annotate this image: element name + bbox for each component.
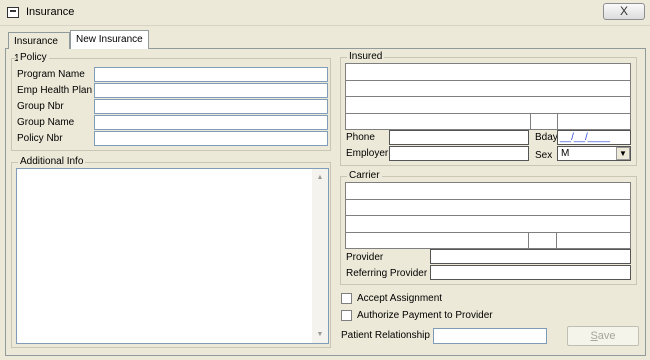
- save-button-label-rest: ave: [597, 330, 616, 342]
- title-bar: [0, 0, 650, 26]
- authorize-payment-label: Authorize Payment to Provider: [357, 310, 493, 321]
- authorize-payment-checkbox[interactable]: [341, 310, 352, 321]
- policy-nbr-input[interactable]: [94, 131, 328, 146]
- patient-relationship-input[interactable]: [433, 328, 547, 344]
- save-button-access-key: S: [590, 330, 598, 342]
- chevron-down-icon[interactable]: ▼: [616, 147, 630, 160]
- insured-legend: Insured: [347, 51, 385, 62]
- bday-input[interactable]: __/__/____: [557, 130, 631, 145]
- provider-input[interactable]: [430, 249, 631, 264]
- tab-insurance-1[interactable]: Insurance 1: [8, 32, 70, 64]
- provider-label: Provider: [346, 252, 384, 263]
- accept-assignment-checkbox[interactable]: [341, 293, 352, 304]
- employer-input[interactable]: [389, 146, 529, 161]
- program-name-input[interactable]: [94, 67, 328, 82]
- emp-health-plan-input[interactable]: [94, 83, 328, 98]
- policy-nbr-label: Policy Nbr: [17, 133, 63, 144]
- referring-provider-label: Referring Provider: [346, 268, 428, 279]
- policy-legend: Policy: [18, 52, 49, 63]
- bday-label: Bday: [535, 132, 558, 143]
- phone-input[interactable]: [389, 130, 529, 145]
- close-button[interactable]: X: [603, 3, 645, 20]
- sex-label: Sex: [535, 150, 553, 161]
- phone-label: Phone: [346, 132, 375, 143]
- additional-info-textarea[interactable]: [16, 168, 313, 344]
- carrier-legend: Carrier: [347, 170, 382, 181]
- program-name-label: Program Name: [17, 69, 85, 80]
- accept-assignment-label: Accept Assignment: [357, 293, 443, 304]
- group-nbr-input[interactable]: [94, 99, 328, 114]
- employer-label: Employer: [346, 148, 389, 159]
- scroll-down-icon[interactable]: ▼: [312, 327, 328, 343]
- scroll-up-icon[interactable]: ▲: [312, 170, 328, 186]
- window-icon: [7, 7, 19, 18]
- patient-relationship-label: Patient Relationship: [341, 330, 430, 341]
- emp-health-plan-label: Emp Health Plan: [17, 85, 93, 96]
- group-name-label: Group Name: [17, 117, 75, 128]
- save-button[interactable]: Save: [567, 326, 639, 346]
- additional-info-legend: Additional Info: [18, 156, 86, 167]
- tab-new-insurance[interactable]: New Insurance: [70, 30, 149, 49]
- referring-provider-input[interactable]: [430, 265, 631, 280]
- carrier-name-address-grid[interactable]: [345, 182, 631, 249]
- additional-info-scrollbar[interactable]: ▲ ▼: [312, 168, 329, 344]
- group-nbr-label: Group Nbr: [17, 101, 64, 112]
- group-name-input[interactable]: [94, 115, 328, 130]
- window-title: Insurance: [26, 6, 75, 18]
- insured-name-address-grid[interactable]: [345, 63, 631, 130]
